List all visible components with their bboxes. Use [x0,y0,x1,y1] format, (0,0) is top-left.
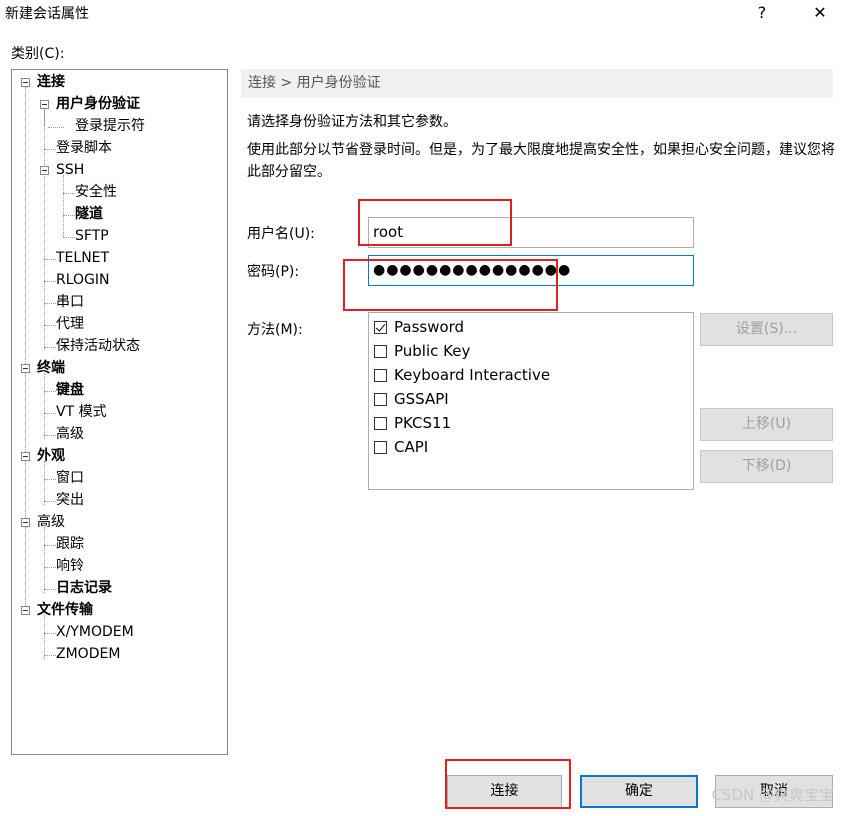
tree-item-window[interactable]: 窗口 [56,469,84,487]
move-down-button[interactable]: 下移(D) [700,450,833,483]
checkbox-keyboard-interactive[interactable] [374,369,387,382]
window-title: 新建会话属性 [5,6,89,22]
expander-advanced[interactable] [21,518,30,527]
watermark: CSDN @爽爽宝宝 [711,786,834,804]
expander-file-transfer[interactable] [21,606,30,615]
checkbox-gssapi[interactable] [374,393,387,406]
tree-item-zmodem[interactable]: ZMODEM [56,645,120,663]
username-label: 用户名(U): [247,226,315,242]
help-button[interactable]: ? [745,0,779,26]
tree-item-ssh[interactable]: SSH [56,161,84,179]
ok-button[interactable]: 确定 [580,775,698,808]
method-keyboard-interactive[interactable]: Keyboard Interactive [374,363,550,387]
tree-item-tunneling[interactable]: 隧道 [75,205,103,223]
tree-item-logging[interactable]: 日志记录 [56,579,112,597]
category-tree[interactable]: 连接 用户身份验证 登录提示符 登录脚本 SSH 安全性 隧道 SFTP TEL… [11,69,228,755]
expander-appearance[interactable] [21,452,30,461]
breadcrumb: 连接 > 用户身份验证 [241,69,833,98]
method-list[interactable]: Password Public Key Keyboard Interactive… [368,312,694,490]
description-line-2: 使用此部分以节省登录时间。但是，为了最大限度地提高安全性，如果担心安全问题，建议… [247,142,835,180]
method-capi-label: CAPI [394,438,429,456]
checkbox-capi[interactable] [374,441,387,454]
method-capi[interactable]: CAPI [374,435,428,459]
checkbox-public-key[interactable] [374,345,387,358]
tree-item-sftp[interactable]: SFTP [75,227,109,245]
method-password[interactable]: Password [374,315,464,339]
method-pkcs11-label: PKCS11 [394,414,452,432]
tree-item-login-script[interactable]: 登录脚本 [56,139,112,157]
close-button[interactable]: ✕ [803,0,837,26]
tree-item-terminal[interactable]: 终端 [37,359,65,377]
tree-item-file-transfer[interactable]: 文件传输 [37,601,93,619]
tree-item-serial[interactable]: 串口 [56,293,84,311]
tree-item-user-auth[interactable]: 用户身份验证 [56,95,140,113]
expander-ssh[interactable] [40,166,49,175]
checkbox-pkcs11[interactable] [374,417,387,430]
method-password-label: Password [394,318,465,336]
connect-button[interactable]: 连接 [447,775,562,808]
tree-item-advanced[interactable]: 高级 [37,513,65,531]
expander-terminal[interactable] [21,364,30,373]
checkbox-password[interactable] [374,321,387,334]
tree-item-appearance[interactable]: 外观 [37,447,65,465]
tree-item-trace[interactable]: 跟踪 [56,535,84,553]
method-gssapi[interactable]: GSSAPI [374,387,449,411]
tree-item-vt-mode[interactable]: VT 模式 [56,403,107,421]
tree-item-keep-alive[interactable]: 保持活动状态 [56,337,140,355]
username-field[interactable]: root [368,217,694,248]
method-public-key[interactable]: Public Key [374,339,470,363]
category-label: 类别(C): [11,46,65,62]
method-gssapi-label: GSSAPI [394,390,449,408]
tree-item-proxy[interactable]: 代理 [56,315,84,333]
tree-item-telnet[interactable]: TELNET [56,249,109,267]
tree-item-security[interactable]: 安全性 [75,183,117,201]
password-field[interactable]: ●●●●●●●●●●●●●●● [368,255,694,286]
tree-item-xymodem[interactable]: X/YMODEM [56,623,134,641]
expander-connection[interactable] [21,78,30,87]
tree-item-login-prompts[interactable]: 登录提示符 [75,117,145,135]
method-pkcs11[interactable]: PKCS11 [374,411,451,435]
settings-button[interactable]: 设置(S)... [700,313,833,346]
password-label: 密码(P): [247,264,300,280]
method-label: 方法(M): [247,322,303,338]
tree-item-connection[interactable]: 连接 [37,73,65,91]
move-up-button[interactable]: 上移(U) [700,408,833,441]
method-public-key-label: Public Key [394,342,471,360]
tree-item-keyboard[interactable]: 键盘 [56,381,84,399]
tree-item-terminal-advanced[interactable]: 高级 [56,425,84,443]
expander-auth[interactable] [40,100,49,109]
description-line-1: 请选择身份验证方法和其它参数。 [247,114,457,130]
tree-item-highlight[interactable]: 突出 [56,491,84,509]
method-keyboard-interactive-label: Keyboard Interactive [394,366,551,384]
tree-item-bell[interactable]: 响铃 [56,557,84,575]
tree-item-rlogin[interactable]: RLOGIN [56,271,110,289]
